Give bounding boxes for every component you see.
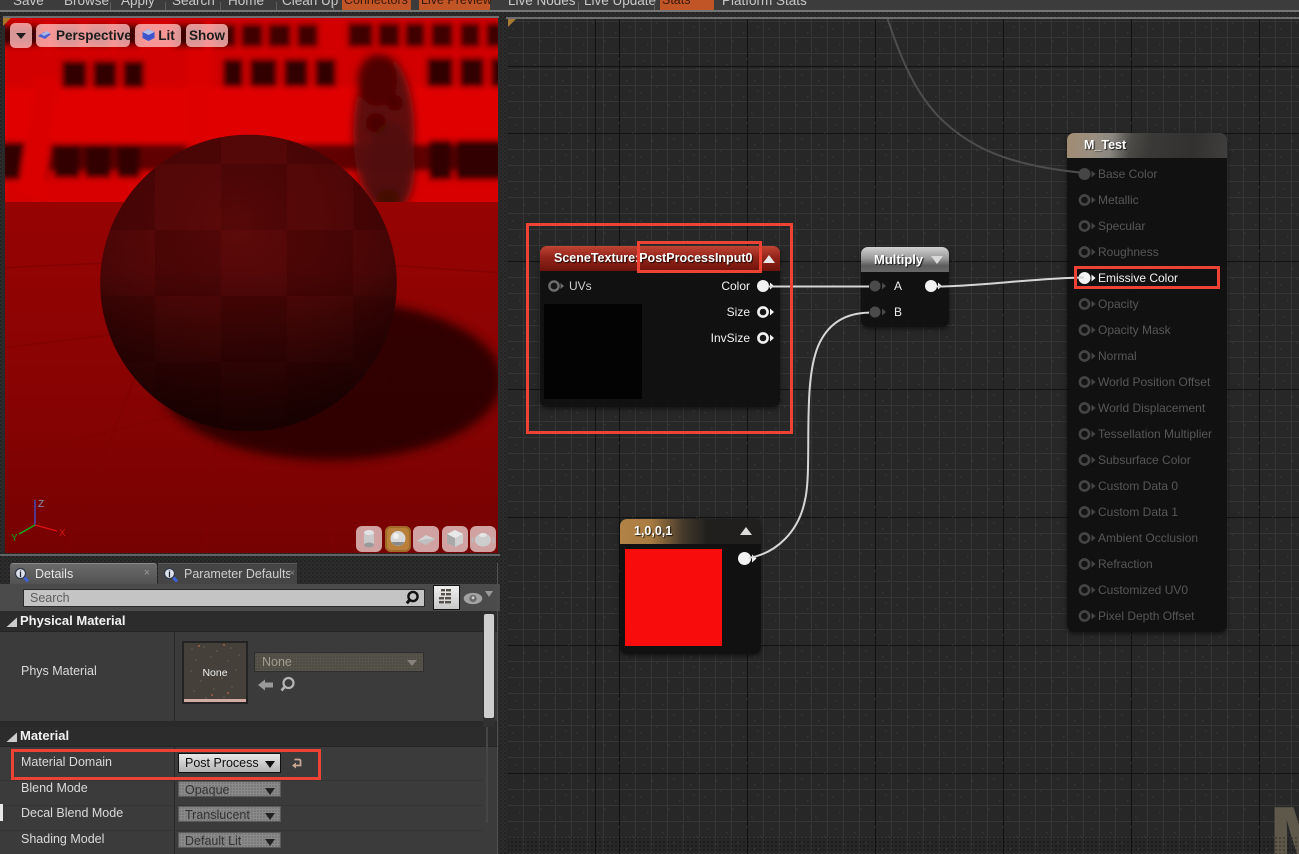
svg-text:i: i [19, 569, 22, 579]
svg-text:Z: Z [38, 499, 44, 510]
svg-text:X: X [59, 528, 66, 539]
svg-text:i: i [168, 569, 171, 579]
svg-text:Y: Y [11, 533, 18, 544]
